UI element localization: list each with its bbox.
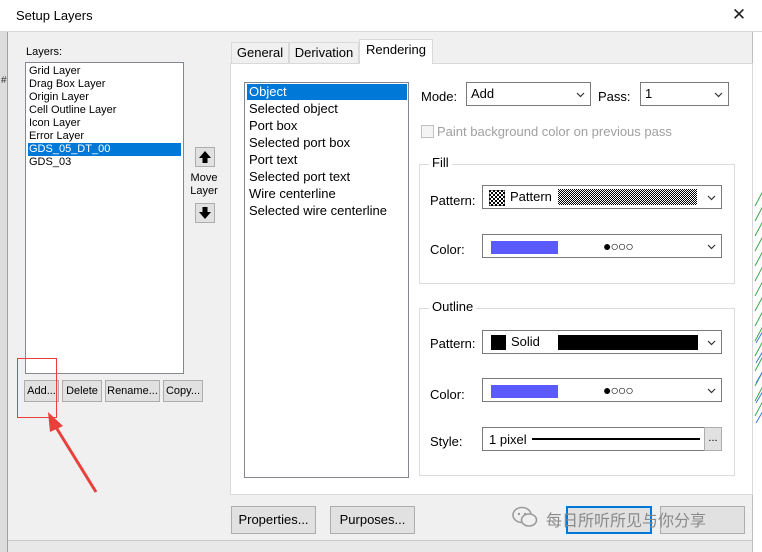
window-title: Setup Layers — [16, 8, 93, 23]
layer-item[interactable]: Cell Outline Layer — [28, 104, 181, 117]
outline-group-title: Outline — [429, 299, 477, 314]
pass-select[interactable]: 1 — [640, 82, 729, 106]
layers-label: Layers: — [26, 46, 63, 58]
delete-layer-button[interactable]: Delete — [62, 380, 102, 402]
pass-value: 1 — [645, 86, 653, 101]
checker-pattern-icon — [489, 190, 505, 206]
background-strip — [8, 540, 752, 552]
chevron-down-icon — [707, 388, 716, 394]
object-item[interactable]: Port box — [247, 118, 407, 134]
move-label-line2: Layer — [190, 185, 218, 197]
fill-group-title: Fill — [429, 155, 452, 170]
title-divider — [0, 31, 762, 32]
chevron-down-icon — [707, 340, 716, 346]
move-layer-down-button[interactable] — [195, 203, 215, 223]
paint-background-checkbox[interactable] — [421, 125, 434, 138]
layer-item[interactable]: Grid Layer — [28, 65, 181, 78]
fill-group — [419, 164, 735, 284]
outline-pattern-label: Pattern: — [430, 336, 476, 351]
outline-color-select[interactable]: ●○○○ — [482, 378, 722, 402]
fill-pattern-label: Pattern: — [430, 193, 476, 208]
layers-list[interactable]: Grid Layer Drag Box Layer Origin Layer C… — [25, 62, 184, 374]
tab-general[interactable]: General — [231, 42, 289, 64]
outline-style-field[interactable]: 1 pixel — [482, 427, 705, 451]
move-layer-label: Move Layer — [189, 172, 219, 198]
chevron-down-icon — [576, 92, 585, 98]
outline-pattern-select[interactable]: Solid — [482, 330, 722, 354]
rename-layer-button[interactable]: Rename... — [105, 380, 160, 402]
purposes-button[interactable]: Purposes... — [330, 506, 415, 534]
annotation-arrow-icon — [48, 412, 98, 493]
fill-pattern-value: Pattern — [510, 189, 552, 204]
move-layer-up-button[interactable] — [195, 147, 215, 167]
object-item[interactable]: Port text — [247, 152, 407, 168]
arrow-down-icon — [199, 207, 211, 219]
line-style-preview — [532, 438, 700, 440]
outline-style-value: 1 pixel — [489, 432, 527, 447]
fill-color-label: Color: — [430, 242, 465, 257]
paint-background-label: Paint background color on previous pass — [437, 124, 672, 139]
tab-rendering[interactable]: Rendering — [359, 39, 433, 64]
arrow-up-icon — [199, 151, 211, 163]
mode-select[interactable]: Add — [466, 82, 591, 106]
title-bar — [0, 0, 762, 31]
layer-item[interactable]: Error Layer — [28, 130, 181, 143]
layer-item-selected[interactable]: GDS_05_DT_00 — [28, 143, 181, 156]
pattern-preview-icon — [558, 189, 697, 205]
move-label-line1: Move — [190, 172, 218, 184]
object-item-selected[interactable]: Object — [247, 84, 407, 100]
chevron-down-icon — [714, 92, 723, 98]
chevron-down-icon — [707, 195, 716, 201]
outline-pattern-value: Solid — [511, 334, 540, 349]
fill-pattern-select[interactable]: Pattern — [482, 185, 722, 209]
mode-label: Mode: — [421, 89, 458, 104]
close-icon[interactable]: ✕ — [728, 2, 750, 28]
layer-item[interactable]: Origin Layer — [28, 91, 181, 104]
object-item[interactable]: Wire centerline — [247, 186, 407, 202]
mode-value: Add — [471, 86, 495, 101]
wechat-icon — [512, 506, 538, 527]
solid-pattern-preview — [558, 335, 698, 350]
layer-item[interactable]: GDS_03 — [28, 156, 181, 169]
fill-color-swatch — [491, 241, 558, 254]
style-browse-button[interactable]: ... — [704, 427, 722, 451]
render-objects-list[interactable]: Object Selected object Port box Selected… — [244, 82, 409, 478]
pass-label: Pass: — [598, 89, 631, 104]
background-wire-lines — [754, 191, 762, 424]
outline-color-label: Color: — [430, 387, 465, 402]
background-drawing — [752, 31, 762, 552]
copy-layer-button[interactable]: Copy... — [163, 380, 203, 402]
watermark-text: 每日所听所见与你分享 — [546, 513, 707, 530]
object-item[interactable]: Selected port text — [247, 169, 407, 185]
outline-color-dots: ●○○○ — [603, 382, 634, 398]
layer-item[interactable]: Drag Box Layer — [28, 78, 181, 91]
background-text-fragment: # — [1, 75, 7, 86]
properties-button[interactable]: Properties... — [231, 506, 316, 534]
fill-color-dots: ●○○○ — [603, 238, 634, 254]
outline-color-swatch — [491, 385, 558, 398]
object-item[interactable]: Selected wire centerline — [247, 203, 407, 219]
fill-color-select[interactable]: ●○○○ — [482, 234, 722, 258]
solid-pattern-icon — [491, 335, 506, 350]
chevron-down-icon — [707, 244, 716, 250]
object-item[interactable]: Selected port box — [247, 135, 407, 151]
object-item[interactable]: Selected object — [247, 101, 407, 117]
background-window-edge: # — [0, 31, 8, 552]
outline-style-label: Style: — [430, 434, 463, 449]
tab-derivation[interactable]: Derivation — [289, 42, 359, 64]
layer-item[interactable]: Icon Layer — [28, 117, 181, 130]
